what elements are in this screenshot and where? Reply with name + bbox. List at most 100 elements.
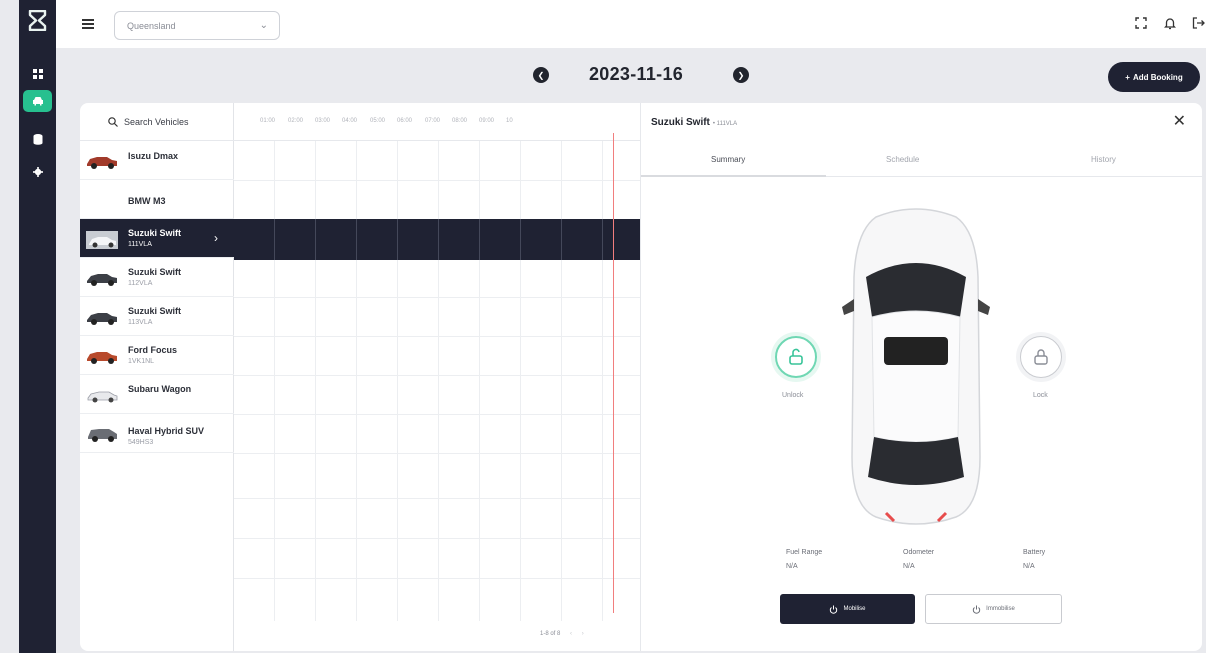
lock-label: Lock: [1033, 392, 1048, 399]
unlock-label: Unlock: [782, 392, 804, 399]
grid-column: [274, 141, 275, 621]
next-day-button[interactable]: ❯: [733, 67, 749, 83]
close-icon: ✕: [1172, 113, 1186, 130]
prev-page-button[interactable]: ‹: [570, 631, 572, 637]
grid-row: [234, 498, 640, 499]
mobilise-label: Mobilise: [843, 606, 866, 612]
vehicle-name: Subaru Wagon: [128, 384, 192, 394]
power-icon: [830, 605, 838, 614]
nav-dashboard[interactable]: [23, 63, 52, 85]
grid-column: [479, 141, 480, 621]
grid-row: [234, 578, 640, 579]
vehicle-row[interactable]: Haval Hybrid SUV 549HS3: [80, 414, 234, 453]
vehicle-plate: 112VLA: [128, 280, 153, 287]
grid-row: [234, 538, 640, 539]
immobilise-label: Immobilise: [986, 606, 1015, 612]
band-divider: [561, 219, 562, 260]
grid-column: [520, 141, 521, 621]
chevron-right-icon: ❯: [737, 70, 745, 80]
fuel-range-value: N/A: [786, 563, 798, 570]
current-time-line: [613, 133, 614, 613]
next-page-button[interactable]: ›: [582, 631, 584, 637]
vehicle-row[interactable]: Ford Focus 1VK1NL: [80, 336, 234, 375]
fullscreen-button[interactable]: [1132, 14, 1150, 32]
grid-row: [234, 375, 640, 376]
nav-rail: [19, 0, 56, 653]
plus-icon: +: [1125, 72, 1130, 82]
vehicle-row[interactable]: Suzuki Swift 113VLA: [80, 297, 234, 336]
unlock-button[interactable]: [775, 336, 817, 378]
database-icon: [33, 133, 42, 145]
band-divider: [315, 219, 316, 260]
main-card: Search Vehicles Isuzu Dmax BMW M3 Suzuki…: [80, 103, 1202, 651]
fuel-range-label: Fuel Range: [786, 549, 823, 556]
lock-icon: [1034, 349, 1048, 365]
vehicle-detail-panel: Suzuki Swift • 111VLA ✕ Summary Schedule …: [640, 103, 1202, 651]
vehicle-name: Suzuki Swift: [128, 228, 182, 238]
vehicle-name: BMW M3: [128, 196, 166, 206]
car-top-view: [842, 208, 990, 525]
vehicle-thumbnail: [87, 391, 118, 403]
notifications-button[interactable]: [1161, 14, 1179, 32]
region-value: Queensland: [127, 21, 176, 31]
logout-icon: [1192, 17, 1205, 29]
vehicle-search[interactable]: Search Vehicles: [80, 103, 234, 141]
active-tab-indicator: [641, 175, 826, 177]
vehicle-row[interactable]: BMW M3: [80, 180, 234, 219]
region-select[interactable]: Queensland ⌄: [114, 11, 280, 40]
battery-label: Battery: [1023, 549, 1046, 556]
add-booking-button[interactable]: + Add Booking: [1108, 62, 1200, 92]
hour-label: 04:00: [342, 118, 358, 124]
vehicle-row-selected[interactable]: Suzuki Swift 111VLA ›: [80, 219, 234, 258]
app-logo[interactable]: [28, 10, 47, 31]
bell-icon: [1164, 17, 1176, 29]
vehicle-thumbnail: [86, 231, 118, 249]
band-divider: [356, 219, 357, 260]
grid-row: [234, 297, 640, 298]
logout-button[interactable]: [1189, 14, 1206, 32]
grid-row: [234, 414, 640, 415]
immobilise-button[interactable]: Immobilise: [925, 594, 1062, 624]
prev-day-button[interactable]: ❮: [533, 67, 549, 83]
nav-settings[interactable]: [23, 161, 52, 183]
detail-tabs: Summary Schedule History: [641, 141, 1202, 177]
close-button[interactable]: ✕: [1173, 111, 1186, 131]
fullscreen-icon: [1135, 17, 1147, 29]
battery-value: N/A: [1023, 563, 1035, 570]
nav-data[interactable]: [23, 128, 52, 150]
car-icon: [32, 97, 43, 106]
grid-row: [234, 336, 640, 337]
vehicle-thumbnail: [87, 274, 117, 286]
detail-vehicle-name: Suzuki Swift: [651, 117, 710, 128]
chevron-left-icon: ❮: [537, 70, 545, 80]
tab-schedule[interactable]: Schedule: [886, 155, 919, 164]
hour-label: 01:00: [260, 118, 276, 124]
vehicle-name: Suzuki Swift: [128, 306, 182, 316]
detail-vehicle-plate: • 111VLA: [712, 121, 738, 127]
vehicle-name: Isuzu Dmax: [128, 151, 179, 161]
band-divider: [479, 219, 480, 260]
tab-summary[interactable]: Summary: [711, 155, 745, 164]
search-label: Search Vehicles: [124, 116, 189, 127]
lock-button[interactable]: [1020, 336, 1062, 378]
vehicle-plate: 1VK1NL: [128, 358, 155, 365]
hour-label: 05:00: [370, 118, 386, 124]
pagination-label: 1-8 of 8: [540, 631, 561, 637]
vehicle-row[interactable]: Suzuki Swift 112VLA: [80, 258, 234, 297]
vehicle-row[interactable]: Isuzu Dmax: [80, 141, 234, 180]
band-divider: [520, 219, 521, 260]
selected-row-band[interactable]: [234, 219, 640, 260]
menu-icon[interactable]: [82, 19, 94, 29]
vehicle-row[interactable]: Subaru Wagon: [80, 375, 234, 414]
hour-label: 09:00: [479, 118, 495, 124]
grid-column: [315, 141, 316, 621]
vehicle-list: Search Vehicles Isuzu Dmax BMW M3 Suzuki…: [80, 103, 234, 651]
mobilise-button[interactable]: Mobilise: [780, 594, 915, 624]
detail-title: Suzuki Swift • 111VLA: [651, 117, 737, 128]
odometer-value: N/A: [903, 563, 915, 570]
pagination: 1-8 of 8 ‹ ›: [540, 631, 584, 637]
nav-vehicles[interactable]: [23, 90, 52, 112]
schedule-timeline: 01:00 02:00 03:00 04:00 05:00 06:00 07:0…: [234, 103, 640, 651]
grid-row: [234, 453, 640, 454]
tab-history[interactable]: History: [1091, 155, 1116, 164]
